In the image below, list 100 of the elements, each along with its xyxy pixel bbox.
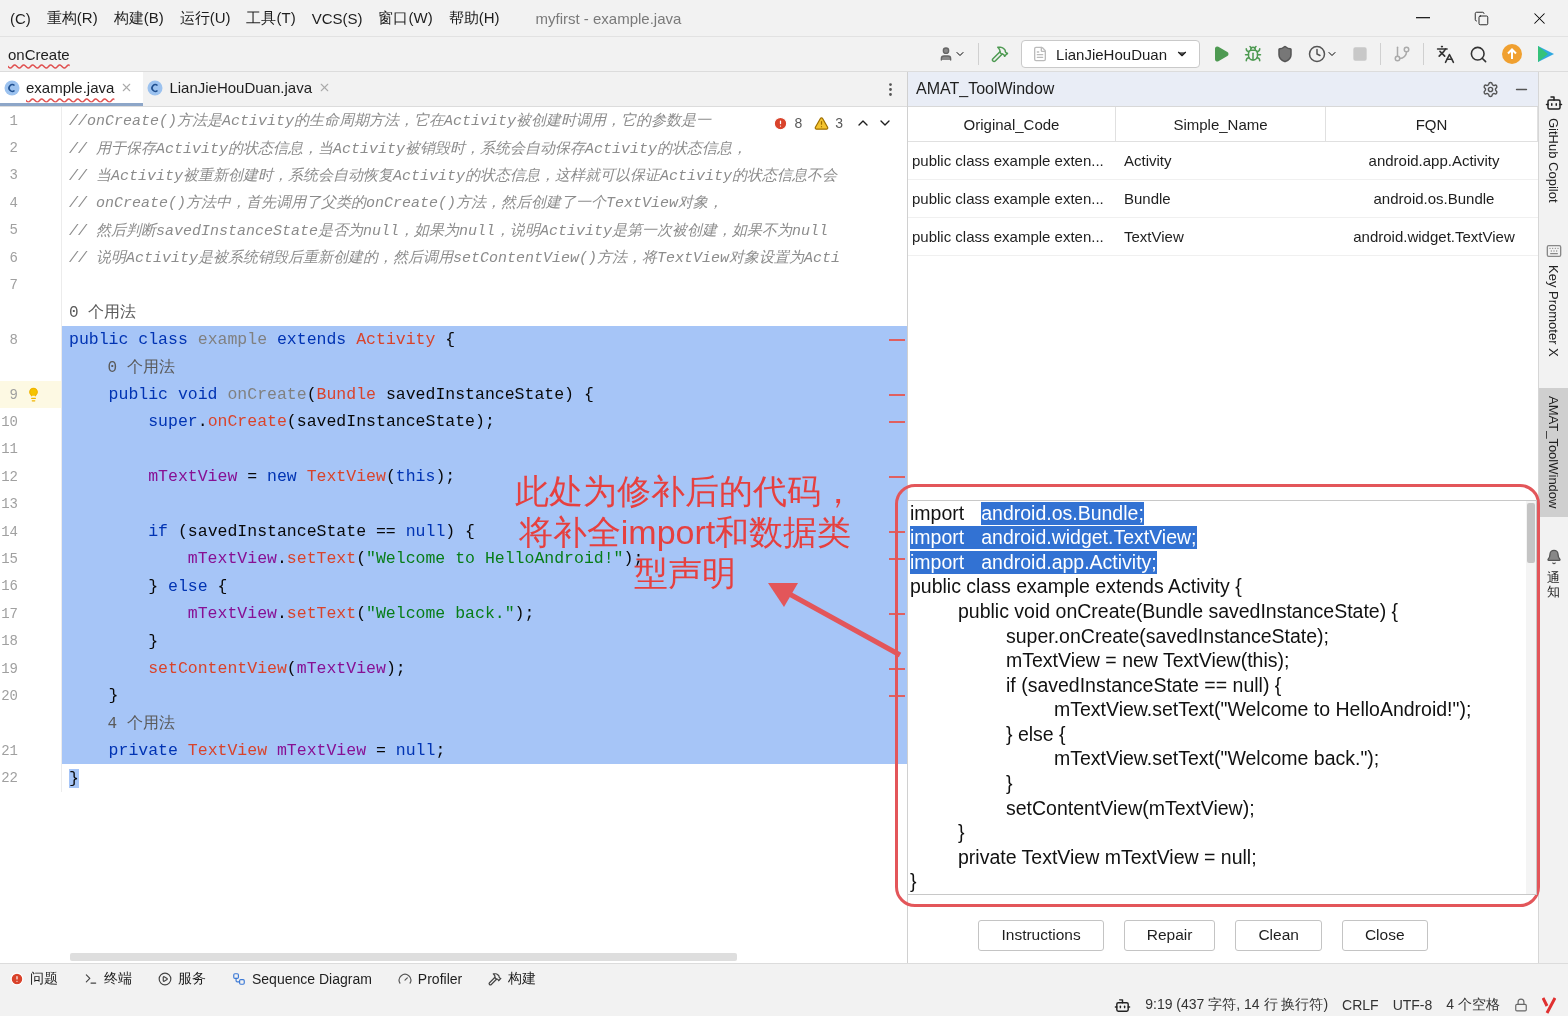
table-cell: Activity	[1116, 142, 1326, 180]
tool-window-button[interactable]: 终端	[84, 970, 132, 988]
table-cell: public class example exten...	[908, 218, 1116, 256]
breadcrumb[interactable]: onCreate	[8, 45, 70, 63]
lock-icon[interactable]	[1514, 998, 1528, 1012]
column-header[interactable]: Simple_Name	[1116, 107, 1326, 142]
error-icon	[10, 972, 24, 986]
line-number: 7	[8, 277, 18, 294]
code-comment: // 当Activity被重新创建时，系统会自动恢复Activity的状态信息，这样就可以保证Activity的状态信息不会	[69, 166, 838, 185]
file-icon	[1032, 46, 1049, 62]
line-number: 16	[0, 578, 18, 595]
side-tab[interactable]: GitHub Copilot	[1538, 86, 1568, 211]
scrollbar-thumb[interactable]	[1527, 503, 1535, 563]
line-number: 9	[8, 386, 18, 403]
line-number: 19	[0, 660, 18, 677]
code-line: }	[107, 686, 119, 706]
usage-hint[interactable]: 0 个用法	[69, 301, 137, 323]
line-number: 12	[0, 468, 18, 485]
status-item[interactable]: 9:19 (437 字符, 14 行 换行符)	[1145, 996, 1329, 1014]
side-tab-label: Key Promoter X	[1546, 264, 1561, 357]
restore-icon	[1473, 10, 1489, 26]
status-item[interactable]: UTF-8	[1392, 997, 1433, 1013]
side-tab[interactable]: Key Promoter X	[1538, 234, 1568, 365]
code-text: public class example extends Activity {	[910, 575, 1242, 599]
code-text: android.os.Bundle;	[981, 501, 1144, 525]
code-line: } else {	[147, 576, 228, 596]
code-text: import	[910, 550, 982, 574]
settings-icon[interactable]	[1482, 80, 1499, 98]
lightbulb-icon[interactable]	[26, 387, 41, 403]
code-text: super.onCreate(savedInstanceState);	[1005, 624, 1330, 648]
window-title: myfirst - example.java	[535, 9, 682, 27]
line-number: 4	[8, 194, 18, 211]
action-button[interactable]: Instructions	[978, 919, 1104, 951]
side-tab[interactable]: AMAT_ToolWindow	[1538, 388, 1568, 517]
code-text: public void onCreate(Bundle savedInstanceState) {	[957, 600, 1399, 624]
menu-item[interactable]: 运行(U)	[171, 8, 239, 28]
column-header[interactable]: Original_Code	[908, 107, 1116, 142]
status-item[interactable]: CRLF	[1342, 997, 1379, 1013]
side-tab-label: AMAT_ToolWindow	[1546, 396, 1561, 509]
line-number: 18	[0, 633, 18, 650]
line-number: 22	[0, 770, 18, 787]
action-button[interactable]: Close	[1341, 919, 1428, 951]
logo-icon[interactable]	[1542, 996, 1556, 1014]
code-text: } else {	[1005, 722, 1066, 746]
table-cell: public class example exten...	[908, 180, 1116, 218]
action-button[interactable]: Clean	[1235, 919, 1322, 951]
scrollbar[interactable]	[70, 953, 737, 961]
line-number: 10	[0, 414, 18, 430]
run-config-dropdown[interactable]: LianJieHouDuan	[1021, 40, 1200, 68]
code-comment: // 说明Activity是被系统销毁后重新创建的，然后调用setContentView()方法，将TextView对象设置为Acti	[69, 248, 841, 268]
code-comment: //onCreate()方法是Activity的生命周期方法，它在Activity被创建时调用，它的参数是一	[69, 111, 712, 131]
action-button[interactable]: Repair	[1123, 919, 1216, 951]
scrollbar-track[interactable]	[1526, 501, 1536, 894]
editor-tab[interactable]: example.java	[0, 72, 144, 106]
robot-icon	[1544, 94, 1563, 112]
side-tab[interactable]: 通知	[1538, 540, 1568, 608]
tool-window-button[interactable]: Profiler	[397, 971, 463, 987]
editor-tab[interactable]: LianJieHouDuan.java	[143, 72, 341, 106]
menu-item[interactable]: (C)	[2, 9, 39, 27]
terminal-icon	[84, 972, 98, 986]
status-item[interactable]: 4 个空格	[1446, 996, 1500, 1014]
code-line: mTextView.setText("Welcome back.");	[186, 604, 535, 624]
code-line: super.onCreate(savedInstanceState);	[147, 412, 495, 432]
table-cell: TextView	[1116, 218, 1326, 256]
diagram-icon	[232, 972, 246, 986]
usage-hint[interactable]: 4 个用法	[69, 712, 175, 734]
menu-item[interactable]: 窗口(W)	[370, 8, 441, 28]
side-tab-label: GitHub Copilot	[1546, 118, 1561, 203]
line-number: 17	[0, 605, 18, 622]
tool-window-button[interactable]: 问题	[10, 970, 58, 988]
robot-icon[interactable]	[1114, 996, 1132, 1014]
tool-window-button[interactable]: 服务	[158, 970, 206, 988]
usage-hint[interactable]: 0 个用法	[69, 356, 175, 378]
annotation-text: 此处为修补后的代码，	[515, 474, 855, 508]
menu-item[interactable]: 重构(R)	[38, 8, 106, 28]
table-cell: Bundle	[1116, 180, 1326, 218]
tool-window-button[interactable]: Sequence Diagram	[232, 971, 372, 987]
tool-window-title: AMAT_ToolWindow	[916, 80, 1055, 98]
menu-item[interactable]: VCS(S)	[303, 9, 371, 27]
menu-item[interactable]: 工具(T)	[238, 8, 304, 28]
code-line: if (savedInstanceState == null) {	[147, 522, 475, 542]
code-line: setContentView(mTextView);	[147, 659, 406, 678]
code-comment: // 然后判断savedInstanceState是否为null，如果为null，说明Activity是第一次被创建，如果不为null	[69, 221, 829, 240]
close-icon[interactable]	[318, 81, 331, 94]
code-text: mTextView.setText("Welcome to HelloAndroid!");	[1053, 698, 1472, 722]
error-count[interactable]: 8	[794, 115, 803, 131]
line-number: 5	[8, 222, 18, 239]
warning-count[interactable]: 3	[835, 115, 843, 131]
code-text: mTextView.setText("Welcome back.");	[1053, 747, 1380, 771]
line-number: 1	[8, 112, 18, 129]
menu-item[interactable]: 帮助(H)	[440, 8, 508, 28]
menu-item[interactable]: 构建(B)	[105, 8, 172, 28]
code-line: mTextView = new TextView(this);	[147, 467, 456, 487]
line-number: 21	[0, 742, 18, 759]
play-circle-icon	[158, 972, 172, 986]
update-button[interactable]	[1500, 42, 1524, 66]
clock-icon	[1308, 45, 1326, 63]
tool-window-button[interactable]: 构建	[488, 970, 537, 988]
hammer-icon	[488, 972, 503, 986]
annotation-text: 将补全import和数据类	[518, 515, 852, 549]
